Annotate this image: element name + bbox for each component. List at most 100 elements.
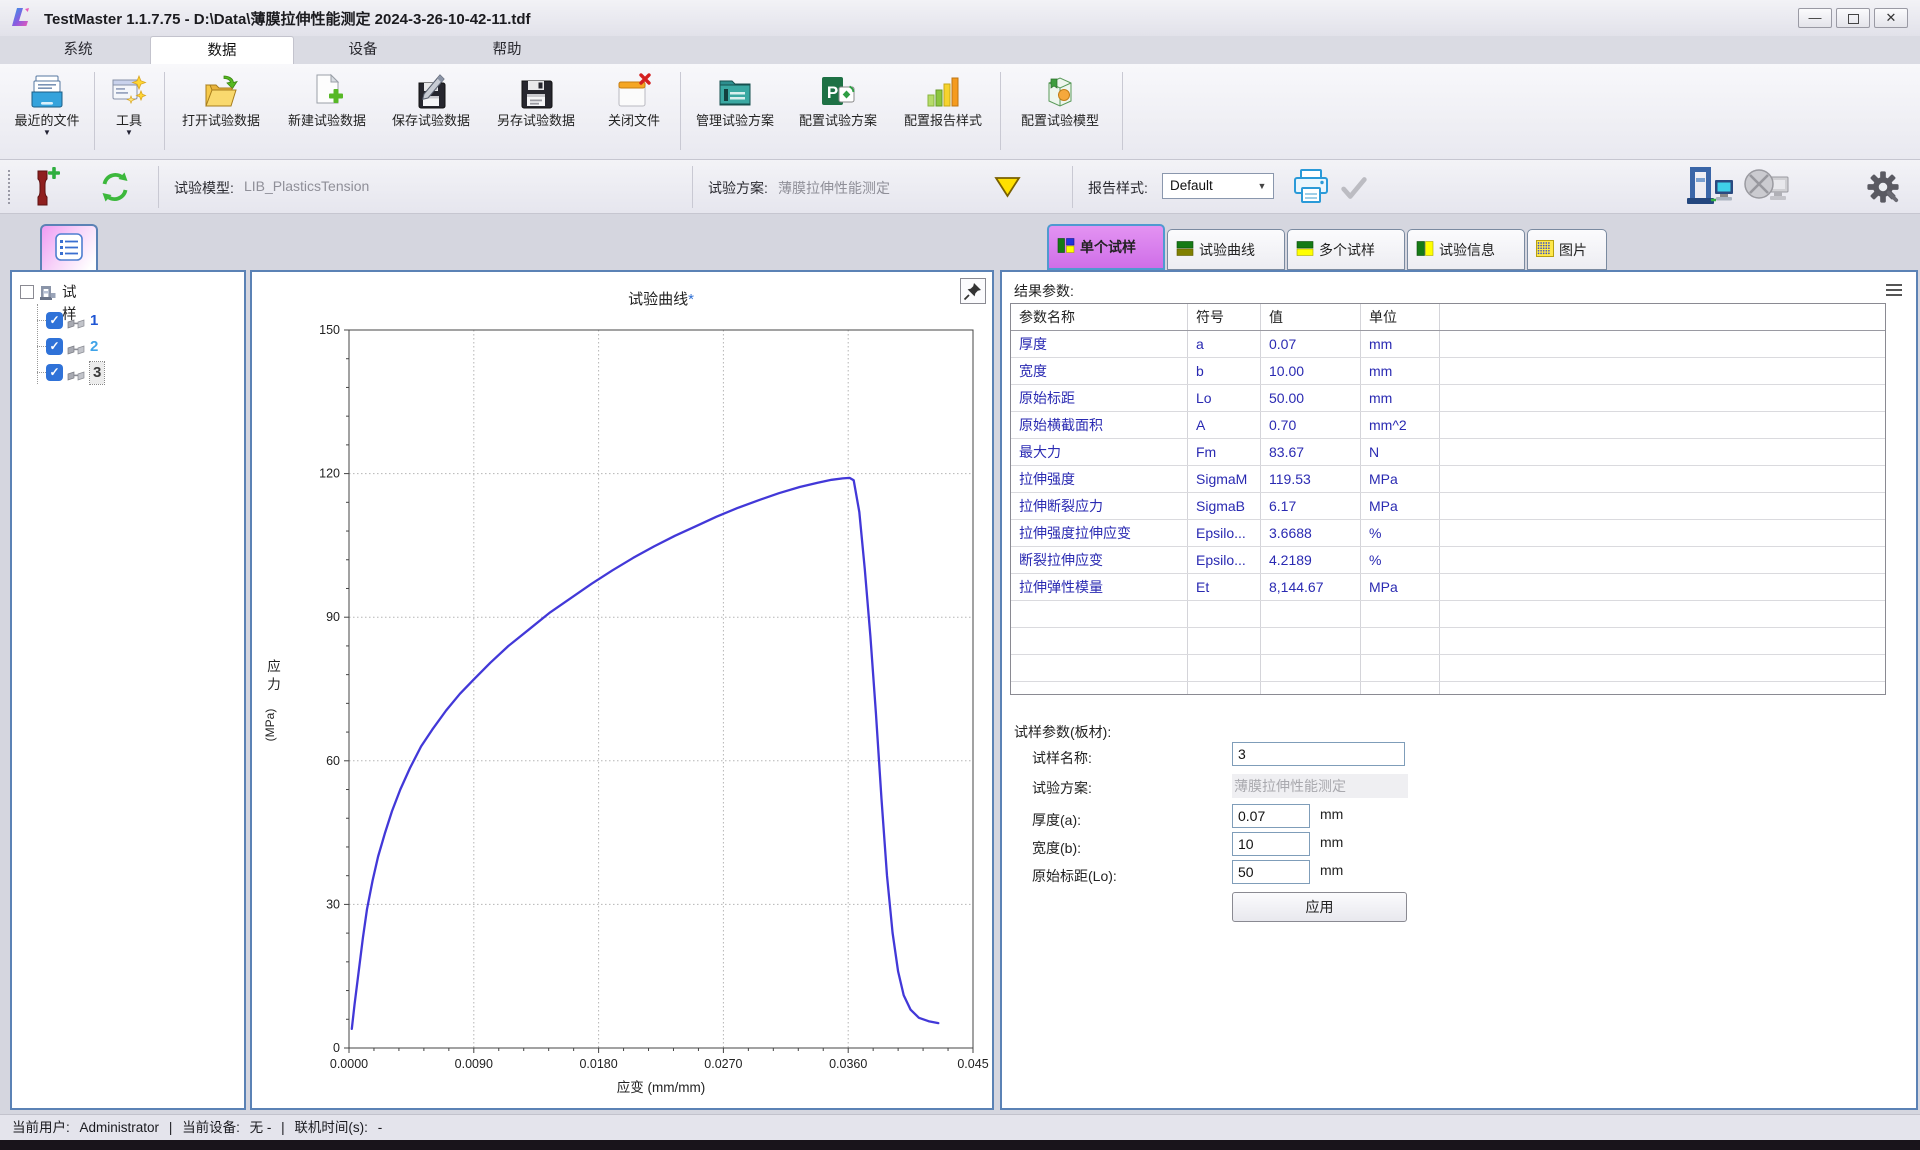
maximize-button[interactable] <box>1836 8 1870 28</box>
report-style-select[interactable]: Default ▼ <box>1162 173 1274 199</box>
tab-test-info[interactable]: 试验信息 <box>1407 229 1525 270</box>
svg-text:力: 力 <box>267 677 281 692</box>
manage-test-scheme-icon <box>716 73 754 111</box>
thickness-a-field[interactable] <box>1232 804 1310 828</box>
svg-text:0.0360: 0.0360 <box>829 1057 867 1071</box>
close-button[interactable]: ✕ <box>1874 8 1908 28</box>
chart-pin-button[interactable] <box>960 278 986 304</box>
save-as-test-data-icon <box>517 73 555 111</box>
stress-strain-chart[interactable]: 0.00000.00900.01800.02700.03600.04503060… <box>252 272 992 1108</box>
machine-offline-icon <box>1742 168 1798 208</box>
svg-text:30: 30 <box>326 897 340 911</box>
tab-test-curve-icon <box>1176 240 1194 260</box>
config-test-model-icon <box>1041 73 1079 111</box>
minimize-button[interactable]: — <box>1798 8 1832 28</box>
gauge-length-lo-field[interactable] <box>1232 860 1310 884</box>
test-model-label: 试验模型: <box>174 178 234 198</box>
thickness-a-label: 厚度(a): <box>1032 810 1081 830</box>
specimen-checkbox[interactable]: ✓ <box>46 364 63 381</box>
save-test-data-icon <box>412 73 450 111</box>
tools-button[interactable]: 工具▼ <box>98 66 160 158</box>
chevron-down-icon: ▼ <box>1253 176 1271 196</box>
new-test-data-button[interactable]: 新建试验数据 <box>276 66 378 158</box>
results-panel: 结果参数: 参数名称符号值单位厚度a0.07mm宽度b10.00mm原始标距Lo… <box>1000 270 1918 1110</box>
ribbon-separator <box>94 72 95 150</box>
svg-text:0.0090: 0.0090 <box>455 1057 493 1071</box>
gauge-length-lo-label: 原始标距(Lo): <box>1032 866 1117 886</box>
width-b-label: 宽度(b): <box>1032 838 1081 858</box>
specimen-name-field[interactable] <box>1232 742 1405 766</box>
testmaster-app: { "window": { "title": "TestMaster 1.1.7… <box>0 0 1920 1150</box>
refresh-icon[interactable] <box>98 170 132 204</box>
save-test-data-button[interactable]: 保存试验数据 <box>380 66 482 158</box>
config-test-scheme-icon: P <box>819 73 857 111</box>
tab-picture[interactable]: 图片 <box>1527 229 1607 270</box>
tab-single-specimen-icon <box>1057 237 1075 257</box>
add-specimen-icon[interactable] <box>30 167 62 207</box>
svg-text:应: 应 <box>267 658 281 674</box>
width-b-field[interactable] <box>1232 832 1310 856</box>
test-scheme-value: 薄膜拉伸性能测定 <box>778 178 890 198</box>
chart-panel: 0.00000.00900.01800.02700.03600.04503060… <box>250 270 994 1110</box>
open-test-data-icon <box>202 73 240 111</box>
svg-text:0.0180: 0.0180 <box>579 1057 617 1071</box>
chevron-down-icon: ▼ <box>2 128 92 138</box>
tab-single-specimen[interactable]: 单个试样 <box>1047 224 1165 270</box>
test-scheme-label: 试验方案: <box>1032 778 1092 798</box>
close-file-icon <box>615 73 653 111</box>
svg-text:150: 150 <box>319 323 340 337</box>
ribbon-separator <box>680 72 681 150</box>
menu-device[interactable]: 设备 <box>308 36 418 64</box>
specimen-name-label: 试样名称: <box>1032 748 1092 768</box>
manage-test-scheme-button[interactable]: 管理试验方案 <box>684 66 786 158</box>
config-test-scheme-button[interactable]: P 配置试验方案 <box>788 66 888 158</box>
gauge-length-lo-unit: mm <box>1320 862 1343 878</box>
current-device-label: 当前设备: <box>182 1120 240 1135</box>
tab-multi-specimen[interactable]: 多个试样 <box>1287 229 1405 270</box>
config-test-model-button[interactable]: 配置试验模型 <box>1006 66 1114 158</box>
menu-help[interactable]: 帮助 <box>452 36 562 64</box>
config-report-style-button[interactable]: 配置报告样式 <box>890 66 996 158</box>
open-test-data-button[interactable]: 打开试验数据 <box>168 66 274 158</box>
recent-files-button[interactable]: 最近的文件▼ <box>2 66 92 158</box>
menu-data[interactable]: 数据 <box>150 36 294 65</box>
current-user-label: 当前用户: <box>12 1120 70 1135</box>
tree-item-specimen-3[interactable]: ✓ 3 <box>46 362 226 384</box>
new-test-data-icon <box>308 73 346 111</box>
specimen-tree-panel: 试样 ✓ 1 ✓ 2 ✓ 3 <box>10 270 246 1110</box>
menu-system[interactable]: 系统 <box>32 36 124 64</box>
title-bar: TestMaster 1.1.7.75 - D:\Data\薄膜拉伸性能测定 2… <box>0 0 1920 36</box>
svg-text:P: P <box>827 83 838 102</box>
status-separator-2: | <box>281 1120 285 1135</box>
report-style-label: 报告样式: <box>1088 178 1148 198</box>
apply-button[interactable]: 应用 <box>1232 892 1407 922</box>
save-as-test-data-button[interactable]: 另存试验数据 <box>484 66 588 158</box>
tab-multi-specimen-icon <box>1296 240 1314 260</box>
svg-text:试验曲线*: 试验曲线* <box>628 291 694 308</box>
specimen-form: 试样名称:试验方案:薄膜拉伸性能测定厚度(a):mm宽度(b):mm原始标距(L… <box>1002 272 1920 1112</box>
svg-text:0.0270: 0.0270 <box>704 1057 742 1071</box>
tab-test-curve[interactable]: 试验曲线 <box>1167 229 1285 270</box>
root-checkbox[interactable] <box>20 285 34 299</box>
settings-gear-icon[interactable] <box>1866 170 1900 204</box>
close-file-button[interactable]: 关闭文件 <box>590 66 678 158</box>
specimen-list-tab[interactable] <box>40 224 98 272</box>
tree-item-specimen-2[interactable]: ✓ 2 <box>46 336 226 358</box>
specimen-checkbox[interactable]: ✓ <box>46 338 63 355</box>
ribbon-toolbar: 最近的文件▼ 工具▼ 打开试验数据 新建试验数据 保存试验数据 另存试验数据 关… <box>0 64 1920 160</box>
svg-text:90: 90 <box>326 610 340 624</box>
svg-text:应变 (mm/mm): 应变 (mm/mm) <box>617 1079 705 1095</box>
pushpin-icon <box>961 279 985 303</box>
menu-bar: 系统数据设备 帮助 <box>0 36 1920 64</box>
test-scheme-value: 薄膜拉伸性能测定 <box>1232 774 1408 798</box>
svg-text:0: 0 <box>333 1041 340 1055</box>
print-report-icon[interactable] <box>1290 167 1332 207</box>
toolbar-grip[interactable] <box>8 170 13 204</box>
tree-item-specimen-1[interactable]: ✓ 1 <box>46 310 226 332</box>
svg-text:0.0000: 0.0000 <box>330 1057 368 1071</box>
app-logo-icon <box>10 6 34 30</box>
specimen-checkbox[interactable]: ✓ <box>46 312 63 329</box>
status-bar: 当前用户: Administrator | 当前设备: 无 - | 联机时间(s… <box>0 1114 1920 1140</box>
filter-icon[interactable] <box>994 176 1021 199</box>
machine-online-icon[interactable] <box>1686 165 1736 211</box>
